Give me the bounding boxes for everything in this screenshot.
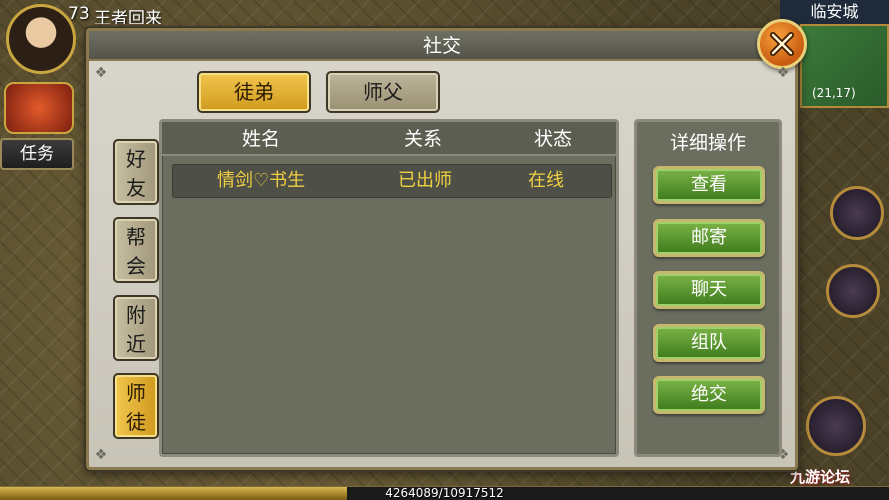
side-tab-char: 附 xyxy=(126,303,146,327)
member-list-panel: 姓名 关系 状态 情剑♡书生 已出师 在线 xyxy=(159,119,619,457)
side-tab-nearby[interactable]: 附 近 xyxy=(113,295,159,361)
chat-button[interactable]: 聊天 xyxy=(653,271,765,309)
forum-watermark: 九游论坛 xyxy=(790,468,851,486)
player-name: 王者回来 xyxy=(94,9,162,24)
dialog-titlebar: 社交 xyxy=(89,31,795,61)
exp-text: 4264089/10917512 xyxy=(385,486,504,500)
refresh-button[interactable] xyxy=(830,186,884,240)
vip-badge[interactable] xyxy=(4,82,74,134)
player-level: 73 xyxy=(68,4,90,24)
column-header-name: 姓名 xyxy=(242,128,281,150)
close-button[interactable] xyxy=(757,19,807,69)
side-tab-char: 近 xyxy=(126,332,146,356)
side-tab-char: 帮 xyxy=(126,225,146,249)
side-tab-char: 徒 xyxy=(126,410,146,434)
break-off-button[interactable]: 绝交 xyxy=(653,376,765,414)
corner-ornament: ❖ xyxy=(94,447,108,463)
row-status: 在线 xyxy=(528,170,564,191)
actions-panel: 详细操作 查看 邮寄 聊天 组队 绝交 xyxy=(634,119,782,457)
list-header: 姓名 关系 状态 xyxy=(162,122,616,156)
attack-button[interactable] xyxy=(806,396,866,456)
tab-master[interactable]: 师父 xyxy=(326,71,440,113)
dialog-title: 社交 xyxy=(422,35,461,57)
side-tab-char: 友 xyxy=(126,176,146,200)
column-header-status: 状态 xyxy=(534,128,573,150)
social-dialog: 社交 ❖ ❖ ❖ ❖ 徒弟 师父 好 友 帮 会 附 近 师 徒 姓名 关系 状… xyxy=(86,19,807,470)
table-row[interactable]: 情剑♡书生 已出师 在线 xyxy=(172,164,612,198)
player-portrait[interactable] xyxy=(6,4,76,74)
row-relation: 已出师 xyxy=(398,170,452,191)
tab-disciple[interactable]: 徒弟 xyxy=(197,71,311,113)
side-tab-friends[interactable]: 好 友 xyxy=(113,139,159,205)
close-icon xyxy=(770,32,794,56)
minimap-coords: (21,17) xyxy=(812,86,856,100)
side-tab-char: 好 xyxy=(126,147,146,171)
mount-button[interactable] xyxy=(826,264,880,318)
mail-button[interactable]: 邮寄 xyxy=(653,219,765,257)
row-name: 情剑♡书生 xyxy=(217,170,306,191)
corner-ornament: ❖ xyxy=(776,65,790,81)
side-tab-char: 师 xyxy=(126,381,146,405)
side-tab-mentorship[interactable]: 师 徒 xyxy=(113,373,159,439)
view-button[interactable]: 查看 xyxy=(653,166,765,204)
quest-button[interactable]: 任务 xyxy=(0,138,74,170)
side-tab-char: 会 xyxy=(126,254,146,278)
actions-title: 详细操作 xyxy=(669,132,746,154)
city-name: 临安城 xyxy=(780,0,889,24)
corner-ornament: ❖ xyxy=(94,65,108,81)
team-button[interactable]: 组队 xyxy=(653,324,765,362)
side-tab-guild[interactable]: 帮 会 xyxy=(113,217,159,283)
column-header-relation: 关系 xyxy=(404,128,443,150)
